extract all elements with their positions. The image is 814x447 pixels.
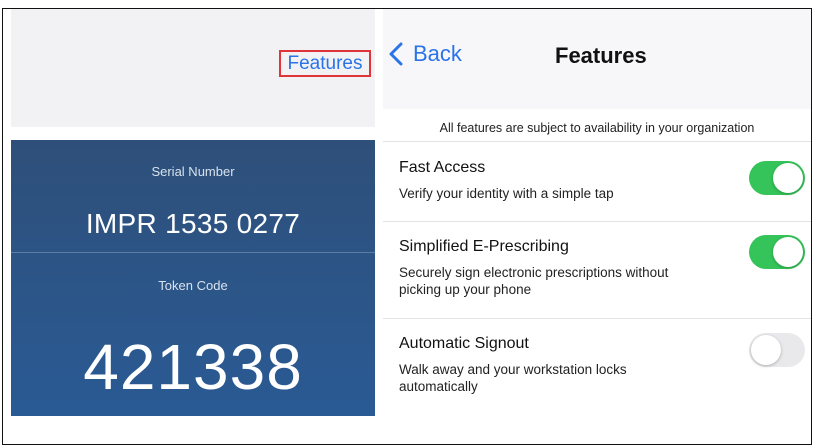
nav-bar: Back Features (383, 9, 811, 109)
automatic-signout-toggle[interactable] (749, 333, 805, 367)
chevron-left-icon (389, 42, 403, 66)
feature-description: Securely sign electronic prescriptions w… (399, 265, 669, 297)
toggle-knob (773, 163, 803, 193)
e-prescribing-toggle[interactable] (749, 235, 805, 269)
toggle-knob (773, 237, 803, 267)
screenshot-frame: Features Serial Number IMPR 1535 0277 To… (2, 8, 812, 445)
token-code-value: 421338 (83, 331, 303, 403)
divider (383, 221, 811, 222)
token-card: Serial Number IMPR 1535 0277 Token Code … (11, 140, 375, 416)
card-divider (11, 252, 375, 253)
back-button[interactable]: Back (389, 41, 462, 67)
serial-number-value: IMPR 1535 0277 (85, 208, 301, 239)
page-title: Features (555, 43, 647, 68)
availability-note: All features are subject to availability… (439, 121, 755, 135)
token-code-label: Token Code (158, 278, 228, 293)
back-label: Back (413, 41, 462, 66)
token-screen: Features Serial Number IMPR 1535 0277 To… (11, 9, 375, 439)
feature-description: Walk away and your workstation locks aut… (399, 362, 627, 394)
serial-number-label: Serial Number (151, 164, 235, 179)
divider (383, 141, 811, 142)
features-screen: Back Features All features are subject t… (383, 9, 811, 439)
fast-access-toggle[interactable] (749, 161, 805, 195)
token-header: Features (11, 9, 375, 127)
feature-description: Verify your identity with a simple tap (399, 186, 614, 201)
divider (383, 318, 811, 319)
features-link[interactable]: Features (279, 50, 371, 77)
toggle-knob (751, 335, 781, 365)
